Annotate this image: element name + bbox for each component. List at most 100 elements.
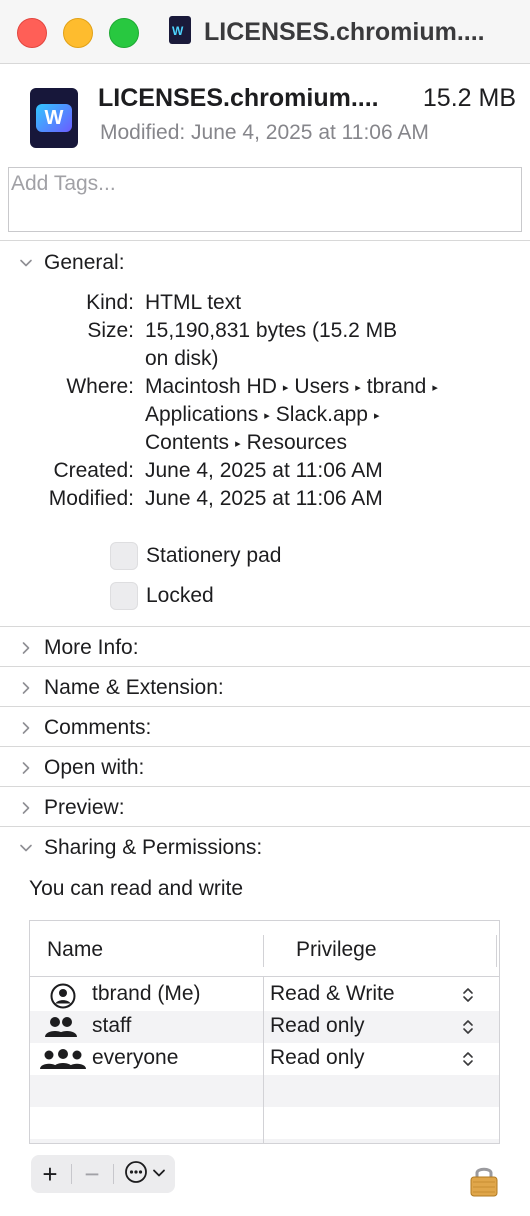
path-segment: Users: [294, 375, 350, 398]
size-label: Size:: [87, 319, 134, 342]
table-row[interactable]: tbrand (Me) Read & Write: [30, 979, 499, 1014]
zoom-button[interactable]: [109, 18, 139, 48]
permission-status: You can read and write: [29, 877, 244, 900]
table-row[interactable]: staff Read only: [30, 1011, 499, 1044]
chevron-down-icon: [14, 251, 38, 275]
stationery-pad-checkbox[interactable]: [110, 542, 138, 570]
close-button[interactable]: [17, 18, 47, 48]
empty-row: [30, 1139, 499, 1143]
chevron-right-icon: [14, 716, 38, 740]
permissions-toolbar: + −: [31, 1155, 175, 1193]
section-label: Sharing & Permissions:: [44, 836, 263, 859]
add-user-button[interactable]: +: [31, 1155, 69, 1193]
where-label: Where:: [66, 375, 134, 398]
created-value: June 4, 2025 at 11:06 AM: [145, 459, 383, 482]
divider: [0, 626, 530, 627]
path-arrow-icon: ▸: [432, 382, 438, 394]
document-icon: W: [169, 16, 191, 44]
chevron-up-down-icon[interactable]: [462, 1017, 474, 1037]
divider: [0, 786, 530, 787]
chevron-right-icon: [14, 796, 38, 820]
locked-checkbox[interactable]: [110, 582, 138, 610]
size-value: 15,190,831 bytes (15.2 MB: [145, 319, 398, 342]
chevron-down-icon: [152, 1165, 166, 1183]
divider: [0, 826, 530, 827]
privilege-select[interactable]: Read only: [270, 1046, 365, 1070]
modified-label: Modified:: [48, 487, 134, 510]
ellipsis-circle-icon: [124, 1160, 148, 1189]
section-label: Name & Extension:: [44, 676, 224, 699]
section-general[interactable]: General:: [14, 249, 125, 277]
modified-date: Modified: June 4, 2025 at 11:06 AM: [100, 121, 429, 144]
path-arrow-icon: ▸: [282, 382, 289, 394]
file-name: LICENSES.chromium....: [98, 84, 379, 112]
path-segment: Macintosh HD: [145, 375, 277, 398]
where-path-line1: Macintosh HD ▸ Users ▸ tbrand ▸: [145, 375, 444, 399]
path-arrow-icon: ▸: [264, 410, 270, 422]
section-label: Preview:: [44, 796, 125, 819]
privilege-select[interactable]: Read only: [270, 1014, 365, 1038]
path-arrow-icon: ▸: [235, 438, 241, 450]
remove-user-button[interactable]: −: [73, 1155, 111, 1193]
section-label: More Info:: [44, 636, 139, 659]
chevron-right-icon: [14, 636, 38, 660]
minimize-button[interactable]: [63, 18, 93, 48]
divider: [0, 706, 530, 707]
chevron-right-icon: [14, 676, 38, 700]
modified-value: June 4, 2025 at 11:06 AM: [145, 487, 383, 510]
column-divider: [496, 935, 497, 967]
stationery-pad-label: Stationery pad: [146, 544, 282, 567]
divider: [0, 666, 530, 667]
tags-field[interactable]: Add Tags...: [8, 167, 522, 232]
user-name: staff: [92, 1014, 132, 1037]
section-comments[interactable]: Comments:: [14, 714, 151, 742]
toolbar-divider: [113, 1164, 114, 1184]
privilege-select[interactable]: Read & Write: [270, 982, 395, 1006]
path-segment: Resources: [246, 431, 347, 454]
empty-row: [30, 1107, 499, 1139]
section-sharing-permissions[interactable]: Sharing & Permissions:: [14, 834, 262, 862]
tags-placeholder: Add Tags...: [11, 172, 116, 195]
path-segment: Slack.app: [275, 403, 368, 426]
size-value-cont: on disk): [145, 347, 219, 370]
kind-label: Kind:: [86, 291, 134, 314]
group-icon: [44, 1015, 78, 1044]
where-path-line2: Applications ▸ Slack.app ▸: [145, 403, 386, 427]
section-name-extension[interactable]: Name & Extension:: [14, 674, 224, 702]
created-label: Created:: [53, 459, 134, 482]
window-title: LICENSES.chromium....: [204, 18, 485, 46]
column-header-name[interactable]: Name: [47, 938, 103, 962]
action-menu-button[interactable]: [117, 1155, 173, 1193]
section-label: Comments:: [44, 716, 152, 739]
where-path-line3: Contents ▸ Resources: [145, 431, 347, 455]
table-row[interactable]: everyone Read only: [30, 1043, 499, 1076]
chevron-up-down-icon[interactable]: [462, 1049, 474, 1069]
section-more-info[interactable]: More Info:: [14, 634, 139, 662]
divider: [0, 240, 530, 241]
section-open-with[interactable]: Open with:: [14, 754, 144, 782]
column-header-privilege[interactable]: Privilege: [296, 938, 377, 962]
path-segment: Applications: [145, 403, 259, 426]
user-circle-icon: [49, 983, 77, 1014]
column-divider: [263, 977, 264, 1143]
file-size: 15.2 MB: [422, 84, 516, 112]
locked-label: Locked: [146, 584, 214, 607]
path-arrow-icon: ▸: [374, 410, 380, 422]
empty-row: [30, 1075, 499, 1107]
title-bar: W LICENSES.chromium....: [0, 0, 530, 64]
everyone-icon: [39, 1047, 87, 1076]
path-arrow-icon: ▸: [355, 382, 361, 394]
section-preview[interactable]: Preview:: [14, 794, 125, 822]
column-divider: [263, 935, 264, 967]
chevron-right-icon: [14, 756, 38, 780]
user-name: tbrand (Me): [92, 982, 201, 1005]
file-icon: W: [30, 88, 78, 148]
permissions-table: Name Privilege tbrand (Me) Read & Write …: [29, 920, 500, 1144]
chevron-up-down-icon[interactable]: [462, 985, 474, 1005]
path-segment: Contents: [145, 431, 230, 454]
user-name: everyone: [92, 1046, 179, 1069]
lock-icon[interactable]: [469, 1163, 499, 1197]
chevron-down-icon: [14, 836, 38, 860]
section-label: Open with:: [44, 756, 145, 779]
path-segment: tbrand: [366, 375, 427, 398]
